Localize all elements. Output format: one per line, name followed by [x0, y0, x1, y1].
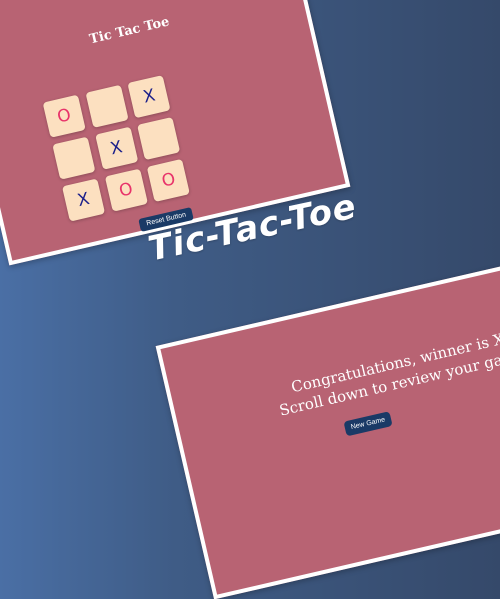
board-cell[interactable]: X: [127, 74, 171, 119]
board-cell[interactable]: O: [147, 158, 191, 202]
board-cell[interactable]: X: [61, 178, 106, 222]
tic-tac-toe-board: O X X X O O: [42, 74, 192, 223]
board-cell[interactable]: O: [104, 168, 148, 212]
board-cell[interactable]: X: [94, 126, 139, 170]
board-cell[interactable]: [52, 136, 96, 180]
new-game-button[interactable]: New Game: [343, 411, 393, 437]
result-card: Congratulations, winner is X Scroll down…: [155, 260, 500, 599]
board-cell[interactable]: O: [42, 94, 86, 138]
game-title: Tic Tac Toe: [88, 14, 171, 48]
board-cell[interactable]: [137, 116, 181, 161]
board-cell[interactable]: [85, 84, 129, 128]
